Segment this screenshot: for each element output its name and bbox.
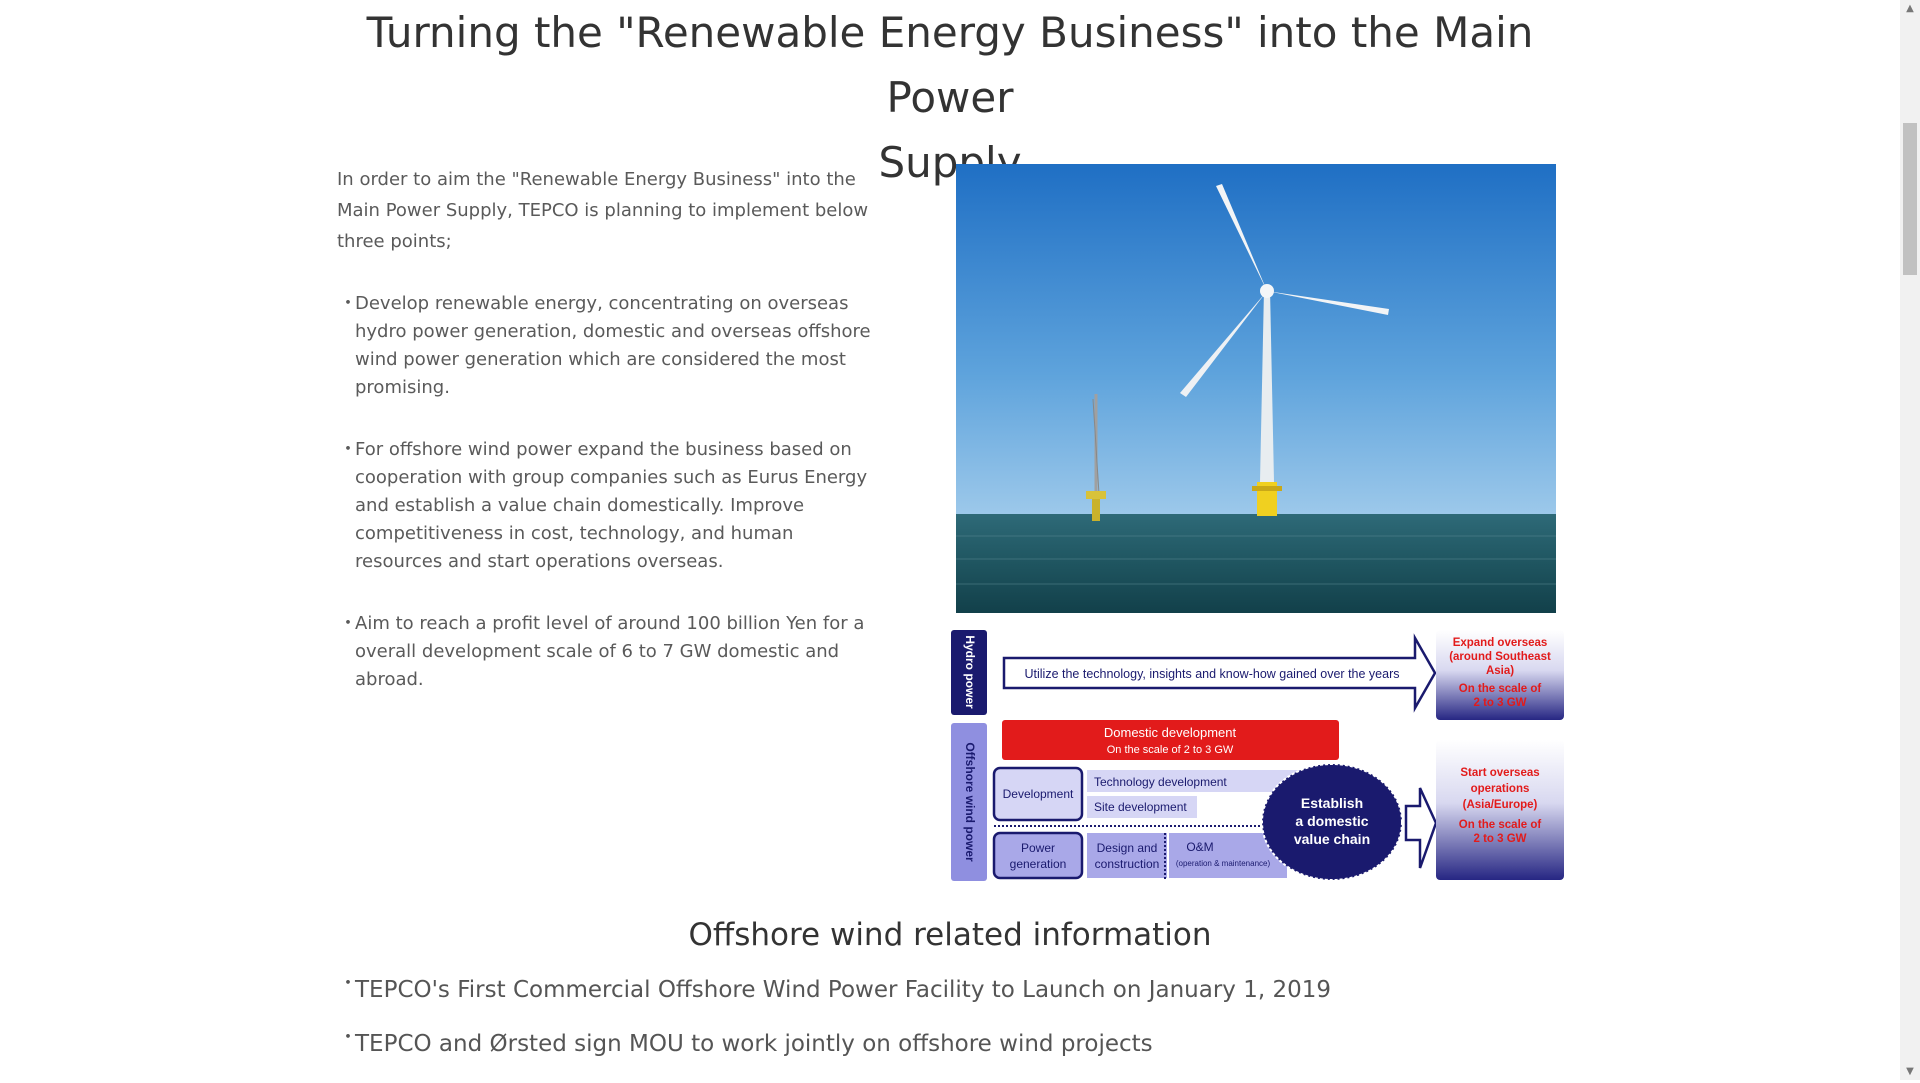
start-scale2: 2 to 3 GW (1473, 833, 1526, 845)
bullet-marker: ・ (339, 613, 357, 634)
expand-line2: (around Southeast (1449, 651, 1551, 663)
page-title-line1: Turning the "Renewable Energy Business" … (366, 8, 1534, 122)
design-line2: construction (1095, 857, 1160, 871)
related-link[interactable]: TEPCO and Ørsted sign MOU to work jointl… (355, 1031, 1153, 1057)
offshore-label: Offshore wind power (963, 742, 977, 862)
related-links-list: ・ TEPCO's First Commercial Offshore Wind … (337, 973, 1537, 1083)
vertical-scrollbar[interactable]: ▲ ▼ (1900, 0, 1920, 1080)
bullet-marker: ・ (339, 439, 357, 460)
bullet-marker: ・ (339, 973, 357, 994)
list-item-text: Aim to reach a profit level of around 10… (355, 613, 865, 690)
related-link[interactable]: TEPCO's First Commercial Offshore Wind P… (355, 977, 1331, 1003)
site-dev-label: Site development (1094, 800, 1187, 814)
tech-dev-label: Technology development (1094, 775, 1227, 789)
domestic-line1: Domestic development (1104, 725, 1237, 740)
domestic-line2: On the scale of 2 to 3 GW (1107, 744, 1234, 756)
scrollbar-thumb[interactable] (1903, 123, 1917, 275)
expand-scale2: 2 to 3 GW (1473, 697, 1526, 709)
design-line1: Design and (1097, 841, 1158, 855)
power-gen-line1: Power (1021, 841, 1055, 855)
bullet-marker: ・ (339, 1027, 357, 1048)
list-item: ・ Develop renewable energy, concentrating… (337, 290, 882, 402)
expand-line3: Asia) (1486, 665, 1514, 677)
power-generation-box (992, 831, 1084, 880)
sea (956, 514, 1556, 613)
om-sub-label: (operation & maintenance) (1176, 859, 1271, 868)
establish-line1: Establish (1301, 795, 1363, 811)
utilize-text: Utilize the technology, insights and kno… (1025, 667, 1400, 681)
start-scale1: On the scale of (1459, 819, 1542, 831)
list-item: ・ TEPCO and Ørsted sign MOU to work joint… (337, 1027, 1537, 1059)
list-item-text: Develop renewable energy, concentrating … (355, 293, 871, 398)
wind-turbine-image (956, 164, 1556, 613)
list-item: ・ For offshore wind power expand the busi… (337, 436, 882, 576)
design-box (1087, 833, 1167, 878)
bullet-marker: ・ (339, 293, 357, 314)
start-line1: Start overseas (1460, 767, 1539, 779)
intro-paragraph: In order to aim the "Renewable Energy Bu… (337, 169, 869, 252)
strategy-diagram: Hydro power Offshore wind power Utilize … (951, 630, 1564, 881)
offshore-wind-photo (956, 164, 1556, 613)
establish-line3: value chain (1294, 831, 1370, 847)
expand-line1: Expand overseas (1453, 637, 1548, 649)
list-item: ・ TEPCO's First Commercial Offshore Wind … (337, 973, 1537, 1005)
expand-scale1: On the scale of (1459, 683, 1542, 695)
establish-line2: a domestic (1295, 813, 1368, 829)
om-label: O&M (1186, 840, 1213, 854)
list-item-text: For offshore wind power expand the busin… (355, 439, 868, 572)
development-label: Development (1003, 787, 1074, 801)
start-line2: operations (1471, 783, 1530, 795)
power-gen-line2: generation (1010, 857, 1067, 871)
bullet-list: ・ Develop renewable energy, concentrating… (337, 290, 882, 728)
overseas-arrow (1404, 787, 1438, 869)
section-heading: Offshore wind related information (688, 917, 1212, 953)
sky (956, 164, 1556, 514)
scroll-up-icon[interactable]: ▲ (1900, 0, 1920, 17)
list-item: ・ Aim to reach a profit level of around 1… (337, 610, 882, 694)
start-line3: (Asia/Europe) (1463, 799, 1538, 811)
hydro-power-label: Hydro power (963, 635, 977, 709)
scroll-down-icon[interactable]: ▼ (1900, 1063, 1920, 1080)
